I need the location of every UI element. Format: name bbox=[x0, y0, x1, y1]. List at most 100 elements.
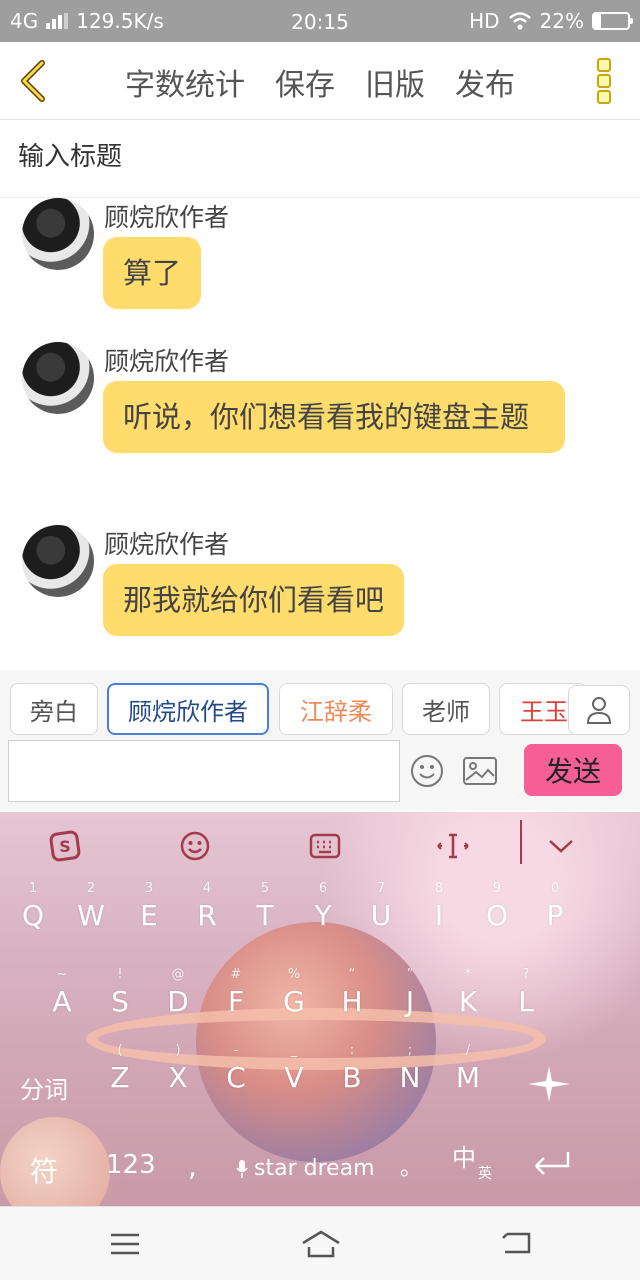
key-p[interactable]: 0P bbox=[529, 882, 581, 942]
key-b[interactable]: :B bbox=[326, 1044, 378, 1104]
sender-name: 顾烷欣作者 bbox=[104, 347, 230, 376]
sogou-logo-button[interactable]: S bbox=[48, 826, 82, 866]
key-o[interactable]: 9O bbox=[471, 882, 523, 942]
key-x[interactable]: ) X bbox=[152, 1044, 204, 1104]
back-button[interactable] bbox=[10, 56, 56, 106]
more-menu-button[interactable] bbox=[592, 56, 616, 106]
more-dot-icon bbox=[597, 74, 611, 88]
key-w[interactable]: 2W bbox=[65, 882, 117, 942]
role-chip[interactable]: 老师 bbox=[402, 683, 490, 735]
person-icon bbox=[586, 697, 612, 724]
key-l[interactable]: ? L bbox=[500, 968, 552, 1028]
send-button[interactable]: 发送 bbox=[524, 744, 622, 796]
message-bubble[interactable]: 算了 bbox=[103, 237, 202, 309]
mic-icon bbox=[236, 1159, 248, 1178]
save-button[interactable]: 保存 bbox=[275, 60, 335, 104]
key-k[interactable]: * K bbox=[442, 968, 494, 1028]
keyboard-layout-button[interactable] bbox=[308, 826, 342, 866]
menu-nav-button[interactable] bbox=[105, 1227, 145, 1261]
lang-cn: 中 bbox=[452, 1144, 476, 1172]
cursor-move-button[interactable] bbox=[436, 826, 470, 866]
more-dot-icon bbox=[597, 90, 611, 104]
fenci-button[interactable]: 分词 bbox=[20, 1070, 68, 1105]
key-r[interactable]: 4R bbox=[181, 882, 233, 942]
key-e[interactable]: 3E bbox=[123, 882, 175, 942]
wifi-icon bbox=[508, 12, 531, 30]
enter-button[interactable] bbox=[528, 1148, 574, 1185]
keyboard-icon bbox=[309, 833, 341, 859]
avatar[interactable] bbox=[22, 525, 94, 597]
smiley-icon bbox=[180, 831, 210, 861]
smiley-icon bbox=[411, 755, 443, 787]
key-i[interactable]: 8I bbox=[413, 882, 465, 942]
publish-button[interactable]: 发布 bbox=[455, 60, 515, 104]
key-y[interactable]: 6Y bbox=[297, 882, 349, 942]
comma-key[interactable]: , bbox=[188, 1150, 197, 1183]
key-h[interactable]: “H bbox=[326, 968, 378, 1028]
battery-icon bbox=[592, 12, 633, 30]
chevron-down-icon bbox=[549, 840, 573, 853]
key-n[interactable]: ; N bbox=[384, 1044, 436, 1104]
home-icon bbox=[302, 1230, 340, 1258]
message-bubble[interactable]: 那我就给你们看看吧 bbox=[103, 564, 405, 636]
back-icon bbox=[502, 1232, 531, 1254]
role-chip-selected[interactable]: 顾烷欣作者 bbox=[107, 683, 269, 735]
status-right: HD 22% bbox=[469, 9, 633, 33]
role-chip[interactable]: 旁白 bbox=[10, 683, 98, 735]
role-chip[interactable]: 江辞柔 bbox=[279, 683, 393, 735]
key-f[interactable]: # F bbox=[210, 968, 262, 1028]
sogou-icon: S bbox=[49, 830, 81, 862]
composer: 发送 bbox=[0, 738, 640, 810]
message-bubble[interactable]: 听说，你们想看看我的键盘主题 bbox=[103, 381, 565, 453]
menu-icon bbox=[111, 1233, 139, 1255]
sender-name: 顾烷欣作者 bbox=[104, 530, 230, 559]
hd-indicator: HD bbox=[469, 9, 500, 33]
system-nav-bar bbox=[0, 1206, 640, 1280]
top-app-bar: 字数统计 保存 旧版 发布 bbox=[0, 42, 640, 120]
key-j[interactable]: ” J bbox=[384, 968, 436, 1028]
backspace-button[interactable] bbox=[524, 1064, 574, 1111]
keyboard-emoji-button[interactable] bbox=[178, 826, 212, 866]
status-bar: 4G 129.5K/s 20:15 HD 22% bbox=[0, 0, 640, 42]
svg-text:S: S bbox=[59, 837, 71, 856]
key-z[interactable]: (Z bbox=[94, 1044, 146, 1104]
word-count-button[interactable]: 字数统计 bbox=[125, 60, 245, 104]
language-switch-button[interactable]: 中英 bbox=[452, 1138, 492, 1182]
collapse-keyboard-button[interactable] bbox=[544, 826, 578, 866]
more-dot-icon bbox=[597, 58, 611, 72]
sender-name: 顾烷欣作者 bbox=[104, 203, 230, 232]
message-input[interactable] bbox=[8, 740, 400, 802]
enter-arrow-icon bbox=[535, 1152, 570, 1175]
key-s[interactable]: ! S bbox=[94, 968, 146, 1028]
key-a[interactable]: ~ A bbox=[36, 968, 88, 1028]
sparkle-backspace-icon bbox=[528, 1066, 570, 1102]
number-button[interactable]: 123 bbox=[106, 1150, 156, 1180]
chat-list: 顾烷欣作者 算了 顾烷欣作者 听说，你们想看看我的键盘主题 顾烷欣作者 那我就给… bbox=[0, 198, 640, 660]
key-d[interactable]: @ D bbox=[152, 968, 204, 1028]
network-type: 4G bbox=[10, 9, 39, 33]
space-key[interactable]: star dream bbox=[236, 1156, 375, 1181]
key-q[interactable]: 1Q bbox=[7, 882, 59, 942]
emoji-button[interactable] bbox=[410, 754, 444, 788]
title-input[interactable] bbox=[18, 142, 622, 172]
key-v[interactable]: _ V bbox=[268, 1044, 320, 1104]
toolbar-divider bbox=[520, 820, 522, 864]
key-u[interactable]: 7U bbox=[355, 882, 407, 942]
home-nav-button[interactable] bbox=[298, 1227, 344, 1261]
old-version-button[interactable]: 旧版 bbox=[365, 60, 425, 104]
status-left: 4G 129.5K/s bbox=[10, 9, 270, 33]
period-key[interactable]: 。 bbox=[400, 1150, 422, 1182]
add-role-button[interactable] bbox=[568, 685, 630, 735]
avatar[interactable] bbox=[22, 342, 94, 414]
image-button[interactable] bbox=[462, 754, 498, 788]
avatar[interactable] bbox=[22, 198, 94, 270]
symbols-button[interactable]: 符 bbox=[30, 1150, 58, 1190]
key-g[interactable]: % G bbox=[268, 968, 320, 1028]
text-cursor-icon bbox=[437, 833, 469, 859]
image-icon bbox=[463, 757, 497, 785]
top-actions: 字数统计 保存 旧版 发布 bbox=[125, 60, 515, 104]
key-c[interactable]: -C bbox=[210, 1044, 262, 1104]
key-t[interactable]: 5T bbox=[239, 882, 291, 942]
back-nav-button[interactable] bbox=[496, 1227, 536, 1261]
key-m[interactable]: / M bbox=[442, 1044, 494, 1104]
